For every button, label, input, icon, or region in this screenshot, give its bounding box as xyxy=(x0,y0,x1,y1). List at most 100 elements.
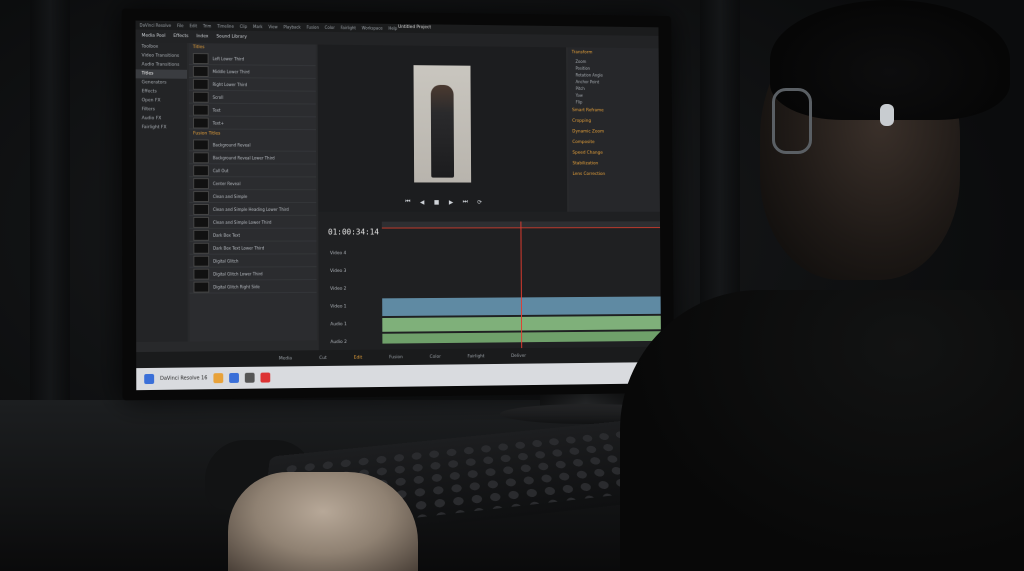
title-thumbnail xyxy=(193,242,210,254)
skip-forward-icon[interactable]: ⏭ xyxy=(463,198,468,206)
app-icon[interactable] xyxy=(260,372,271,383)
title-thumbnail xyxy=(192,91,209,103)
title-item[interactable]: Dark Box Text xyxy=(189,228,317,242)
page-tab[interactable]: Media xyxy=(279,356,292,361)
title-item[interactable]: Center Reveal xyxy=(189,177,317,191)
transport-controls: ⏮ ◀ ■ ▶ ⏭ ⟳ xyxy=(318,192,567,212)
folder-icon[interactable] xyxy=(213,373,224,384)
title-item[interactable]: Background Reveal xyxy=(189,138,317,152)
track-label[interactable]: Audio 1 xyxy=(319,322,381,340)
app-icon[interactable] xyxy=(144,373,155,385)
title-thumbnail xyxy=(192,104,209,116)
title-item[interactable]: Scroll xyxy=(189,90,316,105)
menu-item[interactable]: DaVinci Resolve xyxy=(140,23,172,28)
menu-item[interactable]: File xyxy=(177,23,184,28)
title-thumbnail xyxy=(192,52,209,64)
title-label: Digital Glitch xyxy=(213,258,239,264)
page-tab[interactable]: Fairlight xyxy=(467,354,484,359)
title-item[interactable]: Middle Lower Third xyxy=(188,64,316,79)
title-label: Text xyxy=(212,107,221,113)
category-item[interactable]: Fairlight FX xyxy=(136,123,187,132)
menu-item[interactable]: Help xyxy=(388,26,397,31)
play-icon[interactable]: ▶ xyxy=(449,199,453,206)
skip-back-icon[interactable]: ⏮ xyxy=(405,198,410,206)
title-thumbnail xyxy=(193,255,210,267)
browser-icon[interactable] xyxy=(229,372,239,383)
title-item[interactable]: Left Lower Third xyxy=(188,52,316,67)
title-thumbnail xyxy=(193,138,209,150)
title-label: Dark Box Text Lower Third xyxy=(213,245,265,251)
menu-item[interactable]: Fairlight xyxy=(341,25,356,30)
title-item[interactable]: Clean and Simple xyxy=(189,190,317,204)
inspector-section[interactable]: Speed Change xyxy=(569,148,660,159)
track-label[interactable]: Video 2 xyxy=(319,287,381,305)
title-item[interactable]: Dark Box Text Lower Third xyxy=(189,241,317,255)
category-item[interactable]: Audio Transitions xyxy=(136,60,187,69)
page-tab-active[interactable]: Edit xyxy=(354,355,362,360)
inspector-section[interactable]: Composite xyxy=(569,137,660,148)
title-item[interactable]: Right Lower Third xyxy=(188,77,316,92)
inspector-panel: Transform Zoom Position Rotation Angle A… xyxy=(567,47,660,212)
title-thumbnail xyxy=(193,190,209,202)
title-label: Middle Lower Third xyxy=(212,68,250,74)
title-item[interactable]: Background Reveal Lower Third xyxy=(189,151,317,165)
taskbar-app-label[interactable]: DaVinci Resolve 16 xyxy=(160,375,207,382)
inspector-section[interactable]: Cropping xyxy=(568,116,659,127)
os-taskbar: DaVinci Resolve 16 xyxy=(136,361,662,391)
menu-item[interactable]: Trim xyxy=(203,23,211,28)
title-thumbnail xyxy=(193,281,210,293)
timecode: 01:00:34:14 xyxy=(327,227,379,237)
loop-icon[interactable]: ⟳ xyxy=(477,199,482,206)
stop-icon[interactable]: ■ xyxy=(434,199,439,206)
title-item[interactable]: Clean and Simple Lower Third xyxy=(189,215,317,229)
menu-item[interactable]: Mark xyxy=(253,24,263,29)
title-thumbnail xyxy=(193,229,210,241)
title-label: Clean and Simple Lower Third xyxy=(212,219,272,225)
category-item-selected[interactable]: Titles xyxy=(135,69,188,79)
inspector-section[interactable]: Dynamic Zoom xyxy=(568,127,659,138)
menu-item[interactable]: Fusion xyxy=(307,25,319,30)
category-item[interactable]: Audio FX xyxy=(136,114,187,123)
category-item[interactable]: Generators xyxy=(136,78,187,87)
menu-item[interactable]: View xyxy=(268,24,277,29)
title-label: Background Reveal xyxy=(212,141,251,148)
project-title: Untitled Project xyxy=(398,24,432,31)
title-item[interactable]: Digital Glitch xyxy=(189,254,317,268)
page-tab[interactable]: Fusion xyxy=(389,355,403,360)
category-item[interactable]: Open FX xyxy=(136,96,187,105)
title-item[interactable]: Digital Glitch Lower Third xyxy=(189,267,317,281)
title-item[interactable]: Call Out xyxy=(189,164,317,178)
page-tab[interactable]: Deliver xyxy=(511,353,526,358)
toolbar-media-pool[interactable]: Media Pool xyxy=(142,34,166,39)
menu-item[interactable]: Workspace xyxy=(362,25,383,30)
title-item[interactable]: Clean and Simple Heading Lower Third xyxy=(189,203,317,216)
menu-item[interactable]: Color xyxy=(325,25,335,30)
menu-item[interactable]: Edit xyxy=(189,23,197,28)
menu-item[interactable]: Timeline xyxy=(217,24,234,29)
category-item[interactable]: Filters xyxy=(136,105,187,114)
toolbar-sound-library[interactable]: Sound Library xyxy=(216,34,247,39)
app-icon[interactable] xyxy=(244,372,255,383)
category-item[interactable]: Effects xyxy=(136,87,187,96)
inspector-section[interactable]: Lens Correction xyxy=(569,169,660,180)
playhead[interactable] xyxy=(520,221,523,349)
page-tab[interactable]: Color xyxy=(430,354,441,359)
track-headers: Video 4 Video 3 Video 2 Video 1 Audio 1 … xyxy=(318,251,380,358)
timeline[interactable]: 01:00:34:14 Video 4 Video 3 Video 2 Vide… xyxy=(318,211,662,351)
play-reverse-icon[interactable]: ◀ xyxy=(420,199,424,206)
title-item[interactable]: Text xyxy=(189,103,316,118)
title-item[interactable]: Digital Glitch Right Side xyxy=(189,280,317,294)
viewer[interactable]: ⏮ ◀ ■ ▶ ⏭ ⟳ xyxy=(317,44,568,212)
toolbar-effects[interactable]: Effects xyxy=(173,34,188,39)
page-tab[interactable]: Cut xyxy=(319,356,327,361)
toolbar-index[interactable]: Index xyxy=(196,34,208,39)
title-label: Clean and Simple Heading Lower Third xyxy=(212,206,289,212)
inspector-section[interactable]: Smart Reframe xyxy=(568,105,659,116)
menu-item[interactable]: Playback xyxy=(283,24,300,29)
inspector-section[interactable]: Stabilization xyxy=(569,159,660,170)
track-label[interactable]: Video 4 xyxy=(318,251,380,269)
menu-item[interactable]: Clip xyxy=(240,24,247,29)
track-label[interactable]: Video 1 xyxy=(319,304,381,322)
title-item[interactable]: Text+ xyxy=(189,116,316,131)
track-label[interactable]: Video 3 xyxy=(318,269,380,287)
